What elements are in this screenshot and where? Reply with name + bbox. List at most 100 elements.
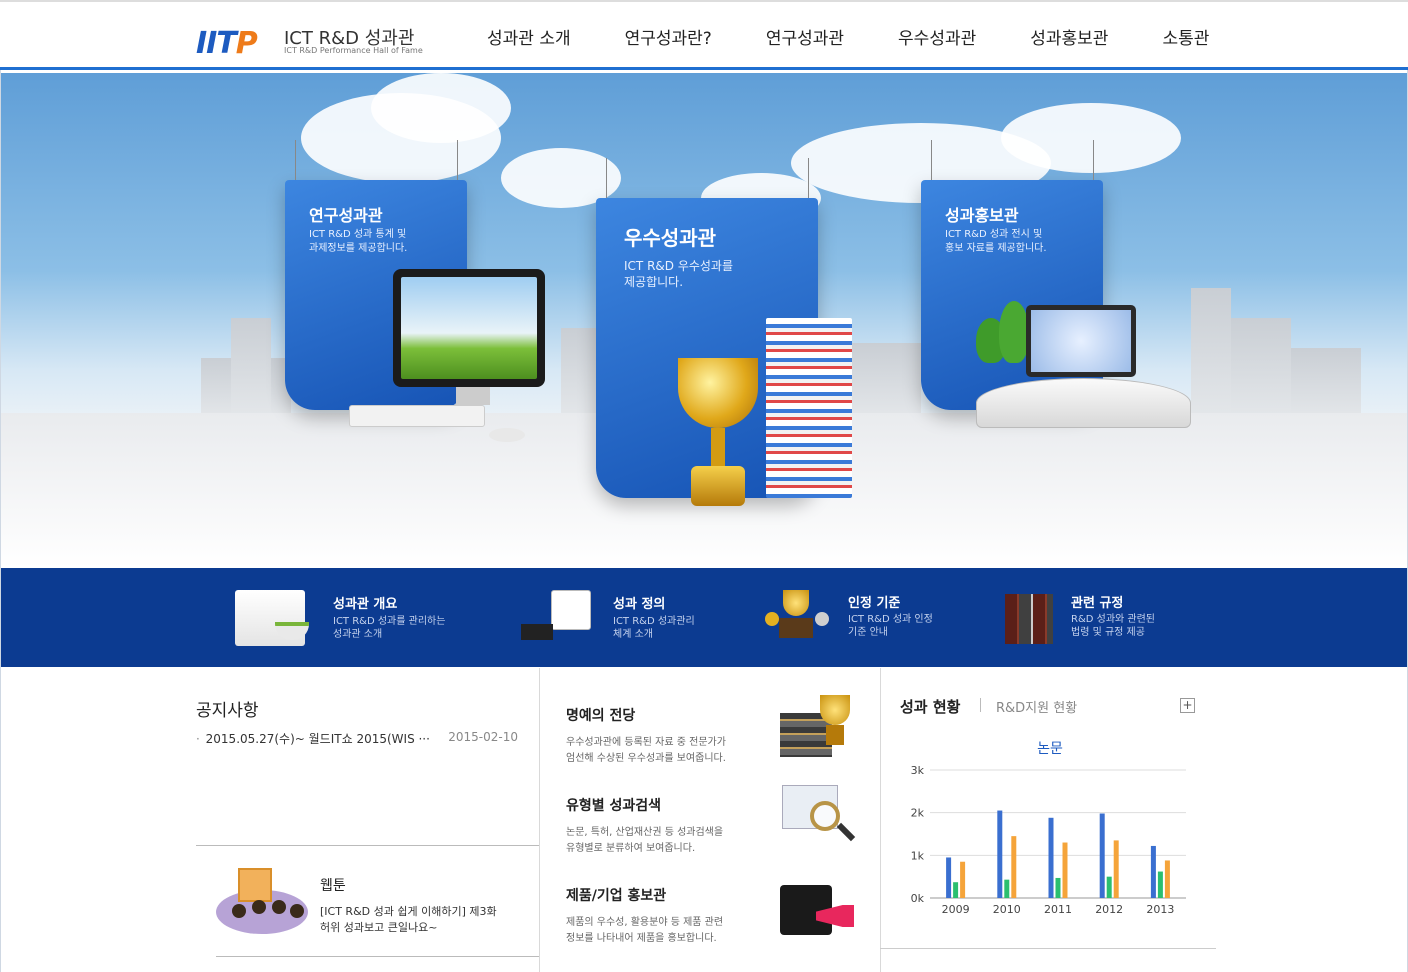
hero-panel-desc: ICT R&D 성과 전시 및	[945, 229, 1043, 240]
type-search-item[interactable]: 유형별 성과검색 논문, 특허, 산업재산권 등 성과검색을 유형별로 분류하여 …	[566, 785, 866, 857]
hero-panel-desc: 과제정보를 제공합니다.	[309, 243, 408, 254]
nav-item-excellence[interactable]: 우수성과관	[871, 24, 1003, 49]
chart-bar	[1048, 817, 1054, 898]
x-tick-label: 2012	[1095, 903, 1123, 916]
hall-item-desc-line: 우수성과관에 등록된 자료 중 전문가가	[566, 737, 726, 748]
notice-item[interactable]: · 2015.05.27(수)~ 월드IT쇼 2015(WIS ··· 2015…	[196, 730, 520, 747]
hanging-wire	[295, 140, 296, 180]
notice-item-text: 2015.05.27(수)~ 월드IT쇼 2015(WIS ···	[205, 732, 430, 746]
hall-item-desc-line: 엄선해 수상된 우수성과를 보여줍니다.	[566, 753, 726, 764]
notice-column: 공지사항 · 2015.05.27(수)~ 월드IT쇼 2015(WIS ···…	[196, 668, 540, 972]
y-tick-label: 3k	[911, 764, 925, 777]
service-title: 성과관 개요	[333, 597, 398, 612]
chart-bar	[1004, 879, 1010, 898]
trophy-icon	[783, 590, 809, 616]
webtoon-desc: [ICT R&D 성과 쉽게 이해하기] 제3화	[320, 905, 497, 918]
site-logo[interactable]: IITP ICT R&D 성과관 ICT R&D Performance Hal…	[196, 24, 436, 61]
webtoon-title: 웹툰	[320, 878, 346, 894]
chart-bar	[1113, 840, 1119, 898]
chart-bar	[997, 810, 1003, 898]
books-icon	[1005, 594, 1053, 644]
service-desc: 성과관 소개	[333, 629, 383, 640]
hero-banner: 연구성과관 ICT R&D 성과 통계 및 과제정보를 제공합니다. 우수성과관…	[1, 73, 1407, 568]
hall-of-fame-item[interactable]: 명예의 전당 우수성과관에 등록된 자료 중 전문가가 엄선해 수상된 우수성과를…	[566, 695, 866, 767]
notice-title: 공지사항	[196, 701, 259, 721]
tab-performance-status[interactable]: 성과 현황	[900, 696, 960, 717]
hanging-wire	[1093, 140, 1094, 180]
mouse-icon	[489, 428, 525, 442]
city-skyline	[841, 343, 921, 418]
hanging-wire	[457, 140, 458, 180]
service-overview[interactable]: 성과관 개요 ICT R&D 성과를 관리하는 성과관 소개	[235, 590, 475, 650]
tab-separator	[980, 698, 981, 712]
hanging-wire	[606, 158, 607, 198]
monitor-icon	[393, 269, 545, 387]
hanging-wire	[931, 140, 932, 180]
logo-subtitle: ICT R&D Performance Hall of Fame	[284, 46, 423, 55]
column-divider	[539, 668, 540, 972]
chart-board-icon	[551, 590, 591, 630]
service-criteria[interactable]: 인정 기준 ICT R&D 성과 인정 기준 안내	[763, 590, 983, 650]
hanging-wire	[808, 158, 809, 198]
webtoon-card[interactable]: 웹툰 [ICT R&D 성과 쉽게 이해하기] 제3화 허위 성과보고 큰일나요…	[196, 858, 540, 958]
service-desc: ICT R&D 성과 인정	[848, 614, 933, 625]
site-header: IITP ICT R&D 성과관 ICT R&D Performance Hal…	[0, 0, 1408, 70]
chart-bar	[1157, 871, 1163, 898]
tab-rnd-support-status[interactable]: R&D지원 현황	[996, 697, 1077, 716]
nav-item-communication[interactable]: 소통관	[1135, 24, 1236, 49]
performance-bar-chart: 0k 1k 2k 3k 2009 2010 2011 2012 2013	[911, 764, 1186, 916]
x-tick-label: 2010	[993, 903, 1021, 916]
search-magnifier-icon	[780, 785, 860, 849]
hero-panel-title: 연구성과관	[309, 206, 383, 225]
service-desc: ICT R&D 성과를 관리하는	[333, 616, 446, 627]
service-desc: 체계 소개	[613, 629, 653, 640]
open-book-icon	[976, 378, 1191, 428]
monitor-stand-icon	[456, 387, 490, 405]
service-desc: 기준 안내	[848, 627, 888, 638]
nav-item-research[interactable]: 연구성과관	[739, 24, 871, 49]
service-title: 성과 정의	[613, 597, 666, 612]
nav-item-what[interactable]: 연구성과란?	[598, 24, 739, 49]
city-skyline	[1231, 318, 1291, 418]
webtoon-desc: 허위 성과보고 큰일나요~	[320, 921, 438, 934]
main-nav: 성과관 소개 연구성과란? 연구성과관 우수성과관 성과홍보관 소통관	[460, 24, 1236, 49]
service-desc: 법령 및 규정 제공	[1071, 627, 1145, 638]
x-tick-label: 2009	[942, 903, 970, 916]
chart-bar	[1106, 876, 1112, 898]
service-definition[interactable]: 성과 정의 ICT R&D 성과관리 체계 소개	[521, 590, 751, 650]
chart-bar	[1055, 877, 1061, 898]
chart-bar	[1099, 813, 1105, 898]
hall-item-desc-line: 논문, 특허, 산업재산권 등 성과검색을	[566, 827, 724, 838]
y-tick-label: 1k	[911, 849, 925, 862]
bullet-icon: ·	[196, 732, 200, 746]
nav-item-promotion[interactable]: 성과홍보관	[1003, 24, 1135, 49]
hero-panel-desc: 홍보 자료를 제공합니다.	[945, 243, 1047, 254]
chart-bar	[1150, 845, 1156, 898]
tree-icon	[999, 301, 1029, 363]
y-tick-label: 2k	[911, 807, 925, 820]
chart-bar	[1011, 836, 1017, 898]
hero-panel-title: 우수성과관	[624, 226, 716, 250]
column-divider	[880, 668, 881, 972]
cloud-decoration	[1001, 103, 1181, 173]
stats-tabs: 성과 현황 R&D지원 현황 +	[900, 696, 1200, 720]
product-promotion-item[interactable]: 제품/기업 홍보관 제품의 우수성, 활용분야 등 제품 관련 정보를 나타내어 …	[566, 885, 866, 947]
chart-title: 논문	[1037, 741, 1063, 757]
hero-panel-desc: ICT R&D 성과 통계 및	[309, 229, 407, 240]
bag-megaphone-icon	[780, 875, 860, 939]
city-skyline	[1291, 348, 1361, 418]
y-tick-label: 0k	[911, 892, 925, 905]
services-strip: 성과관 개요 ICT R&D 성과를 관리하는 성과관 소개 성과 정의 ICT…	[1, 568, 1407, 667]
hero-panel-desc: ICT R&D 우수성과를	[624, 259, 734, 273]
nav-item-intro[interactable]: 성과관 소개	[460, 24, 598, 49]
more-button[interactable]: +	[1180, 698, 1195, 713]
trophy-icon	[663, 358, 773, 508]
notice-item-date: 2015-02-10	[448, 730, 518, 744]
medal-icon	[815, 612, 829, 626]
hero-panel-title: 성과홍보관	[945, 206, 1019, 225]
service-regulations[interactable]: 관련 규정 R&D 성과와 관련된 법령 및 규정 제공	[1005, 590, 1225, 650]
x-tick-label: 2011	[1044, 903, 1072, 916]
book-stack-icon	[766, 318, 852, 498]
chart-bar	[953, 882, 959, 898]
trophy-books-icon	[780, 695, 860, 759]
